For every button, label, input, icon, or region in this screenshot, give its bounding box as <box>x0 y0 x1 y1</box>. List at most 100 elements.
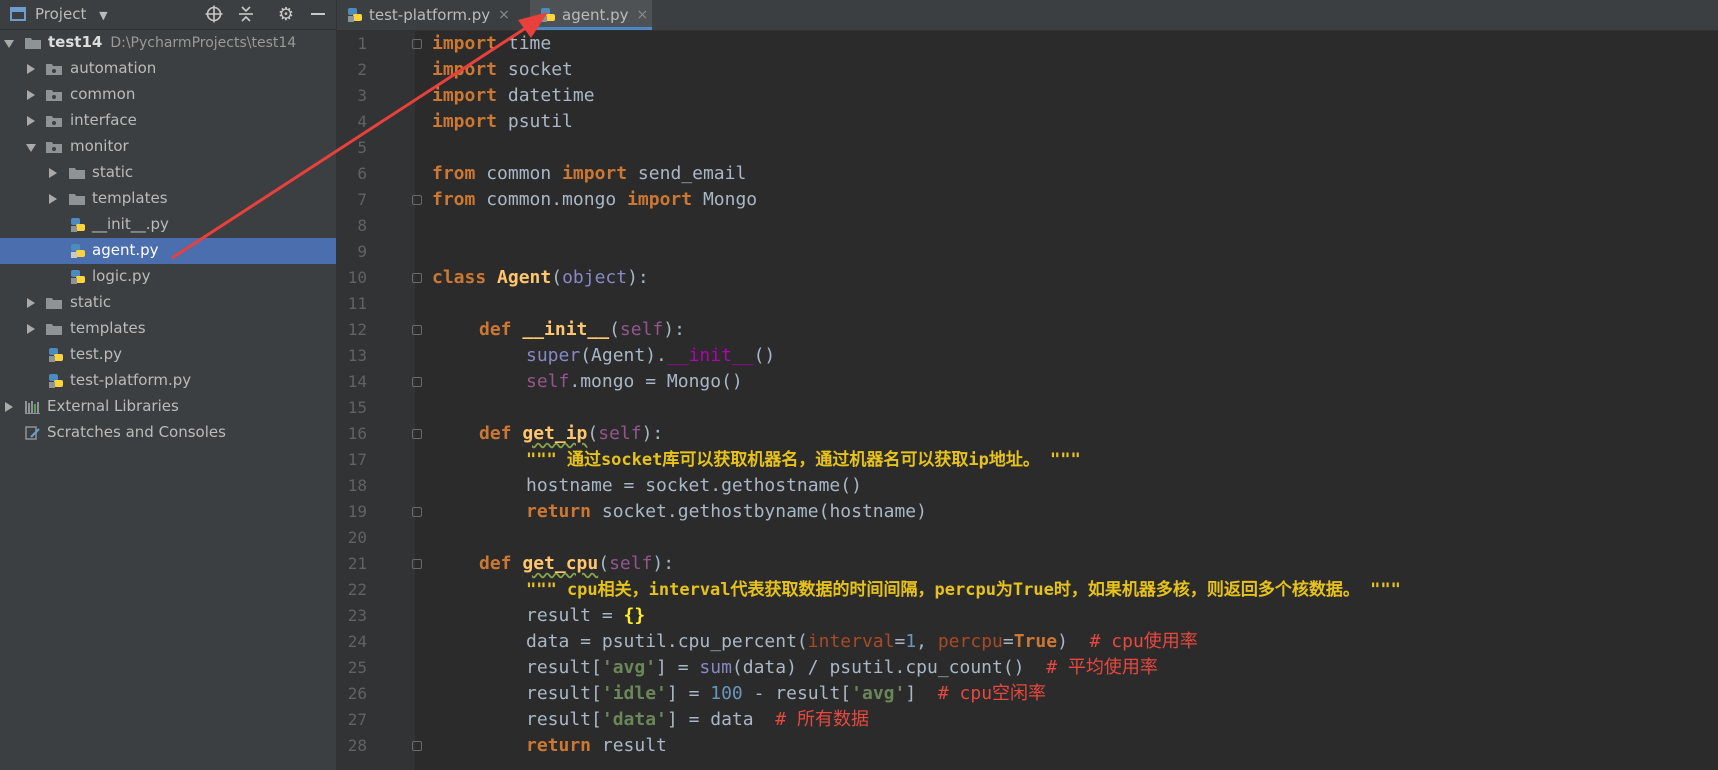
collapsed-arrow-icon[interactable] <box>26 298 36 308</box>
scratches-icon <box>25 426 40 440</box>
keyword: from <box>432 163 476 184</box>
collapse-all-icon[interactable] <box>236 4 256 24</box>
class-name: Agent <box>486 267 552 288</box>
code-line-13: super(Agent).__init__() <box>526 343 775 369</box>
code-text: () <box>753 345 776 366</box>
dunder-method: __init__ <box>666 345 754 366</box>
code-text: result = <box>526 605 624 626</box>
collapsed-arrow-icon[interactable] <box>26 90 36 100</box>
tree-item-static[interactable]: static <box>0 290 336 316</box>
fold-marker-icon[interactable] <box>412 39 422 49</box>
code-text: common.mongo <box>475 189 628 210</box>
tree-item-monitor[interactable]: monitor <box>0 134 336 160</box>
project-tool-window: Project ▼ ⚙ test14 D:\PycharmProjects\tes… <box>0 0 337 770</box>
code-line-19: return socket.gethostbyname(hostname) <box>526 499 927 525</box>
expanded-arrow-icon[interactable] <box>26 143 36 153</box>
builtin: object <box>562 267 628 288</box>
tree-item-monitor-templates[interactable]: templates <box>0 186 336 212</box>
tree-item-scratches-and-consoles[interactable]: Scratches and Consoles <box>0 420 336 446</box>
tree-item-templates[interactable]: templates <box>0 316 336 342</box>
keyword: import <box>432 85 498 106</box>
tree-item-automation[interactable]: automation <box>0 56 336 82</box>
code-text: , <box>916 631 938 652</box>
folder-icon <box>46 64 62 75</box>
collapsed-arrow-icon[interactable] <box>48 194 58 204</box>
tree-item-label: static <box>70 293 112 311</box>
number: 1 <box>905 631 917 652</box>
line-number: 23 <box>347 606 367 625</box>
line-number: 7 <box>357 190 367 209</box>
code-text: result <box>591 735 667 756</box>
collapsed-arrow-icon[interactable] <box>48 168 58 178</box>
python-file-icon <box>49 348 63 362</box>
editor-tab-bar: test-platform.py × agent.py × <box>337 0 1718 31</box>
code-line-6: from common import send_email <box>432 161 746 187</box>
close-icon[interactable]: × <box>498 7 510 23</box>
collapsed-arrow-icon[interactable] <box>26 64 36 74</box>
fold-marker-icon[interactable] <box>412 325 422 335</box>
folder-icon <box>46 116 62 127</box>
code-text: (Agent). <box>580 345 667 366</box>
keyword: def <box>479 319 512 340</box>
keyword: import <box>432 59 498 80</box>
code-line-28: return result <box>526 733 667 759</box>
code-line-22: """ cpu相关，interval代表获取数据的时间间隔，percpu为Tru… <box>526 577 1401 603</box>
collapsed-arrow-icon[interactable] <box>4 402 14 412</box>
collapsed-arrow-icon[interactable] <box>26 324 36 334</box>
tree-item-label: Scratches and Consoles <box>47 423 226 441</box>
tab-agent-py[interactable]: agent.py × <box>530 0 652 30</box>
fold-marker-icon[interactable] <box>412 273 422 283</box>
fold-marker-icon[interactable] <box>412 559 422 569</box>
code-line-4: import psutil <box>432 109 573 135</box>
keyword: def <box>479 553 512 574</box>
code-text: socket.gethostbyname(hostname) <box>591 501 927 522</box>
tree-item-test14[interactable]: test14 D:\PycharmProjects\test14 <box>0 30 336 56</box>
minimize-icon[interactable] <box>308 4 328 24</box>
code-line-23: result = {} <box>526 603 645 629</box>
keyword: True <box>1013 631 1058 652</box>
project-view-selector[interactable]: Project ▼ <box>35 5 108 23</box>
tree-item-agent-py[interactable]: agent.py <box>0 238 336 264</box>
code-text: ): <box>627 267 649 288</box>
brace: {} <box>623 605 646 626</box>
keyword-argument: percpu <box>937 631 1003 652</box>
tree-item-logic-py[interactable]: logic.py <box>0 264 336 290</box>
line-number: 14 <box>347 372 367 391</box>
tree-item-external-libraries[interactable]: External Libraries <box>0 394 336 420</box>
library-icon <box>25 401 40 414</box>
folder-icon <box>46 142 62 153</box>
fold-marker-icon[interactable] <box>412 741 422 751</box>
tab-label: agent.py <box>562 6 629 24</box>
tree-item-monitor-static[interactable]: static <box>0 160 336 186</box>
tab-test-platform-py[interactable]: test-platform.py × <box>337 0 510 30</box>
tree-item-test-py[interactable]: test.py <box>0 342 336 368</box>
fold-marker-icon[interactable] <box>412 429 422 439</box>
fold-marker-icon[interactable] <box>412 377 422 387</box>
tree-item-common[interactable]: common <box>0 82 336 108</box>
tree-item-test-platform-py[interactable]: test-platform.py <box>0 368 336 394</box>
string: 'idle' <box>601 683 667 704</box>
line-number: 5 <box>357 138 367 157</box>
fold-marker-icon[interactable] <box>412 195 422 205</box>
crosshair-icon[interactable] <box>204 4 224 24</box>
tree-item-label: interface <box>70 111 137 129</box>
keyword: class <box>432 267 487 288</box>
code-line-10: class Agent(object): <box>432 265 649 291</box>
expanded-arrow-icon[interactable] <box>4 39 14 49</box>
keyword: return <box>526 501 592 522</box>
folder-icon <box>46 298 62 309</box>
code-text: result[ <box>526 683 602 704</box>
fold-marker-icon[interactable] <box>412 507 422 517</box>
code-line-27: result['data'] = data # 所有数据 <box>526 707 869 733</box>
tree-item-init-py[interactable]: __init__.py <box>0 212 336 238</box>
code-text: ( <box>609 319 620 340</box>
collapsed-arrow-icon[interactable] <box>26 116 36 126</box>
python-file-icon <box>71 270 85 284</box>
docstring: """ 通过socket库可以获取机器名，通过机器名可以获取ip地址。 """ <box>526 450 1081 470</box>
tree-item-label: __init__.py <box>92 215 169 233</box>
gear-icon[interactable]: ⚙ <box>276 4 296 25</box>
close-icon[interactable]: × <box>637 7 649 23</box>
code-text: result[ <box>526 657 602 678</box>
tree-item-interface[interactable]: interface <box>0 108 336 134</box>
code-text: time <box>497 33 552 54</box>
